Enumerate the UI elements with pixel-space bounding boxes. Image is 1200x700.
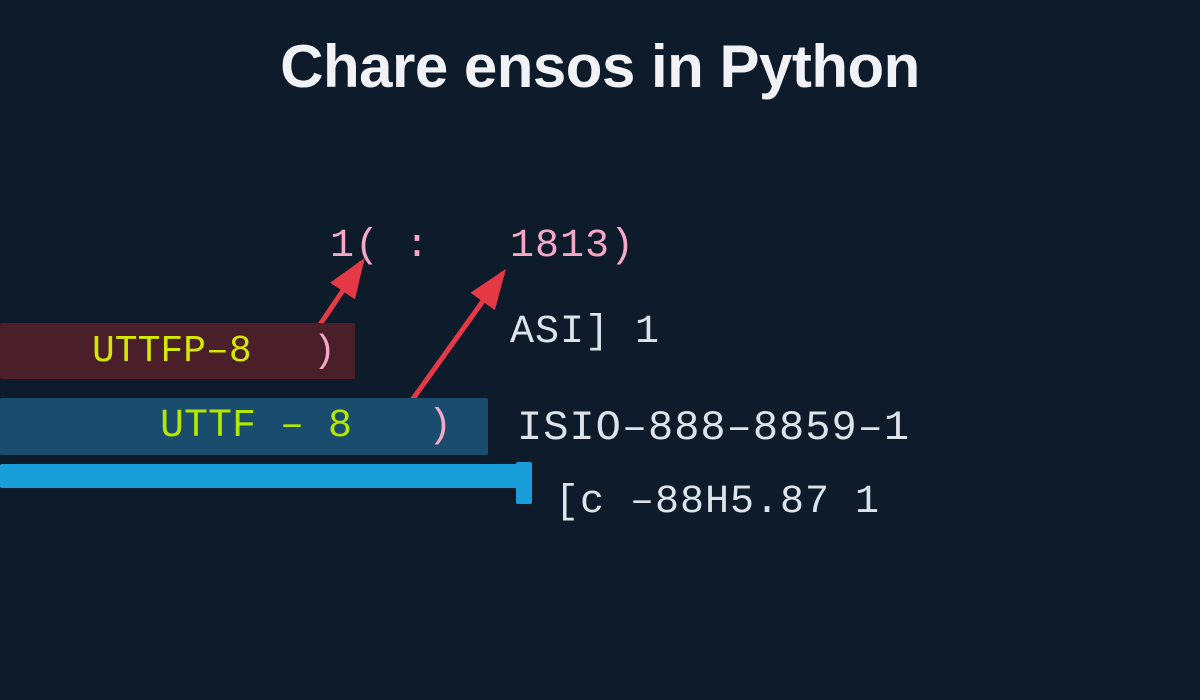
bar-uttfp8-text: UTTFP–8 [92, 330, 252, 373]
bar-uttf8-paren: ) [428, 404, 452, 449]
label-asi: ASI] 1 [510, 310, 660, 355]
bar-uttfp8-paren: ) [313, 330, 336, 373]
top-code-left: 1( : [330, 224, 430, 269]
bar-uttfp8: UTTFP–8 ) [0, 323, 355, 379]
slide-title: Chare ensos in Python [0, 32, 1200, 101]
label-isio: ISIO–888–8859–1 [517, 404, 910, 452]
label-c88: [c –88H5.87 1 [555, 480, 880, 525]
bar-bright-blue-edge [516, 462, 532, 504]
bar-bright-blue [0, 464, 532, 488]
bar-uttf8: UTTF – 8 ) [0, 398, 488, 455]
slide-container: Chare ensos in Python 1( : 1813) UTTFP–8… [0, 0, 1200, 700]
bar-uttf8-text: UTTF – 8 [160, 404, 352, 449]
top-code-right: 1813) [510, 224, 635, 269]
top-code-line: 1( : 1813) [330, 224, 635, 269]
